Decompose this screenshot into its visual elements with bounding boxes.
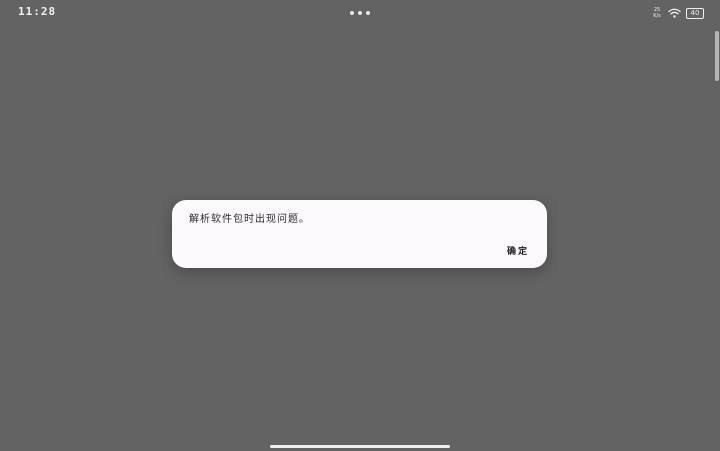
home-indicator[interactable] [270, 445, 450, 448]
dot-icon [358, 11, 362, 15]
status-time: 11:28 [18, 5, 57, 18]
battery-icon: 40 [686, 7, 704, 19]
network-speed: 25 K/s [653, 7, 661, 19]
status-bar: 11:28 25 K/s 40 [0, 0, 720, 26]
scrollbar[interactable] [715, 31, 719, 81]
status-icons: 25 K/s 40 [651, 6, 704, 20]
wifi-icon [668, 8, 681, 18]
screen: 11:28 25 K/s 40 解析软件包时出现问题。 确定 [0, 0, 720, 451]
more-dots-icon[interactable] [350, 11, 370, 15]
error-dialog: 解析软件包时出现问题。 确定 [172, 200, 547, 268]
dot-icon [350, 11, 354, 15]
ok-button[interactable]: 确定 [505, 242, 531, 259]
dialog-message: 解析软件包时出现问题。 [189, 214, 310, 225]
dot-icon [366, 11, 370, 15]
